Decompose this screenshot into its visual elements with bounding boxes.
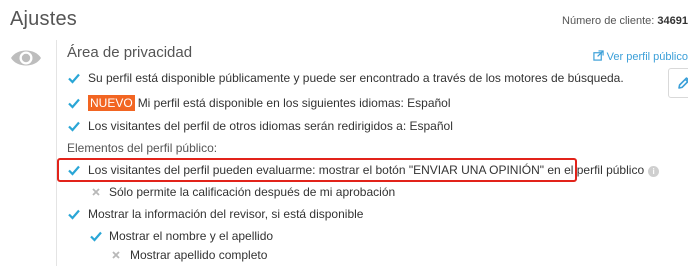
page-title: Ajustes [10,8,77,30]
public-element-label: Los visitantes del perfil pueden evaluar… [88,163,645,177]
privacy-item-label: Mi perfil está disponible en los siguien… [137,96,451,110]
client-number-value: 34691 [657,15,688,27]
check-icon [68,165,80,176]
view-public-profile-label: Ver perfil público [606,51,688,63]
cross-icon [112,251,120,259]
external-link-icon [592,50,604,61]
eye-icon [11,50,41,66]
client-number-label: Número de cliente: [562,15,655,27]
cross-icon [92,188,100,196]
section-divider [56,40,57,266]
edit-button[interactable] [668,68,688,98]
new-badge: NUEVO [88,95,135,111]
privacy-item-label: Los visitantes del perfil de otros idiom… [88,119,453,133]
public-element-label: Mostrar la información del revisor, si e… [88,207,364,221]
check-icon [68,98,80,109]
check-icon [68,73,80,84]
section-title: Área de privacidad [67,44,193,61]
check-icon [90,231,102,242]
public-element-label: Mostrar el nombre y el apellido [109,229,274,243]
check-icon [68,209,80,220]
pencil-icon [678,77,688,89]
privacy-item-label: Su perfil está disponible públicamente y… [88,71,624,85]
public-element-label: Mostrar apellido completo [130,248,268,262]
check-icon [68,121,80,132]
info-icon[interactable]: i [648,166,660,177]
public-element-label: Sólo permite la calificación después de … [109,185,396,199]
public-elements-label: Elementos del perfil público: [67,141,218,155]
view-public-profile-link[interactable]: Ver perfil público [592,50,688,63]
client-number: Número de cliente: 34691 [562,15,688,27]
